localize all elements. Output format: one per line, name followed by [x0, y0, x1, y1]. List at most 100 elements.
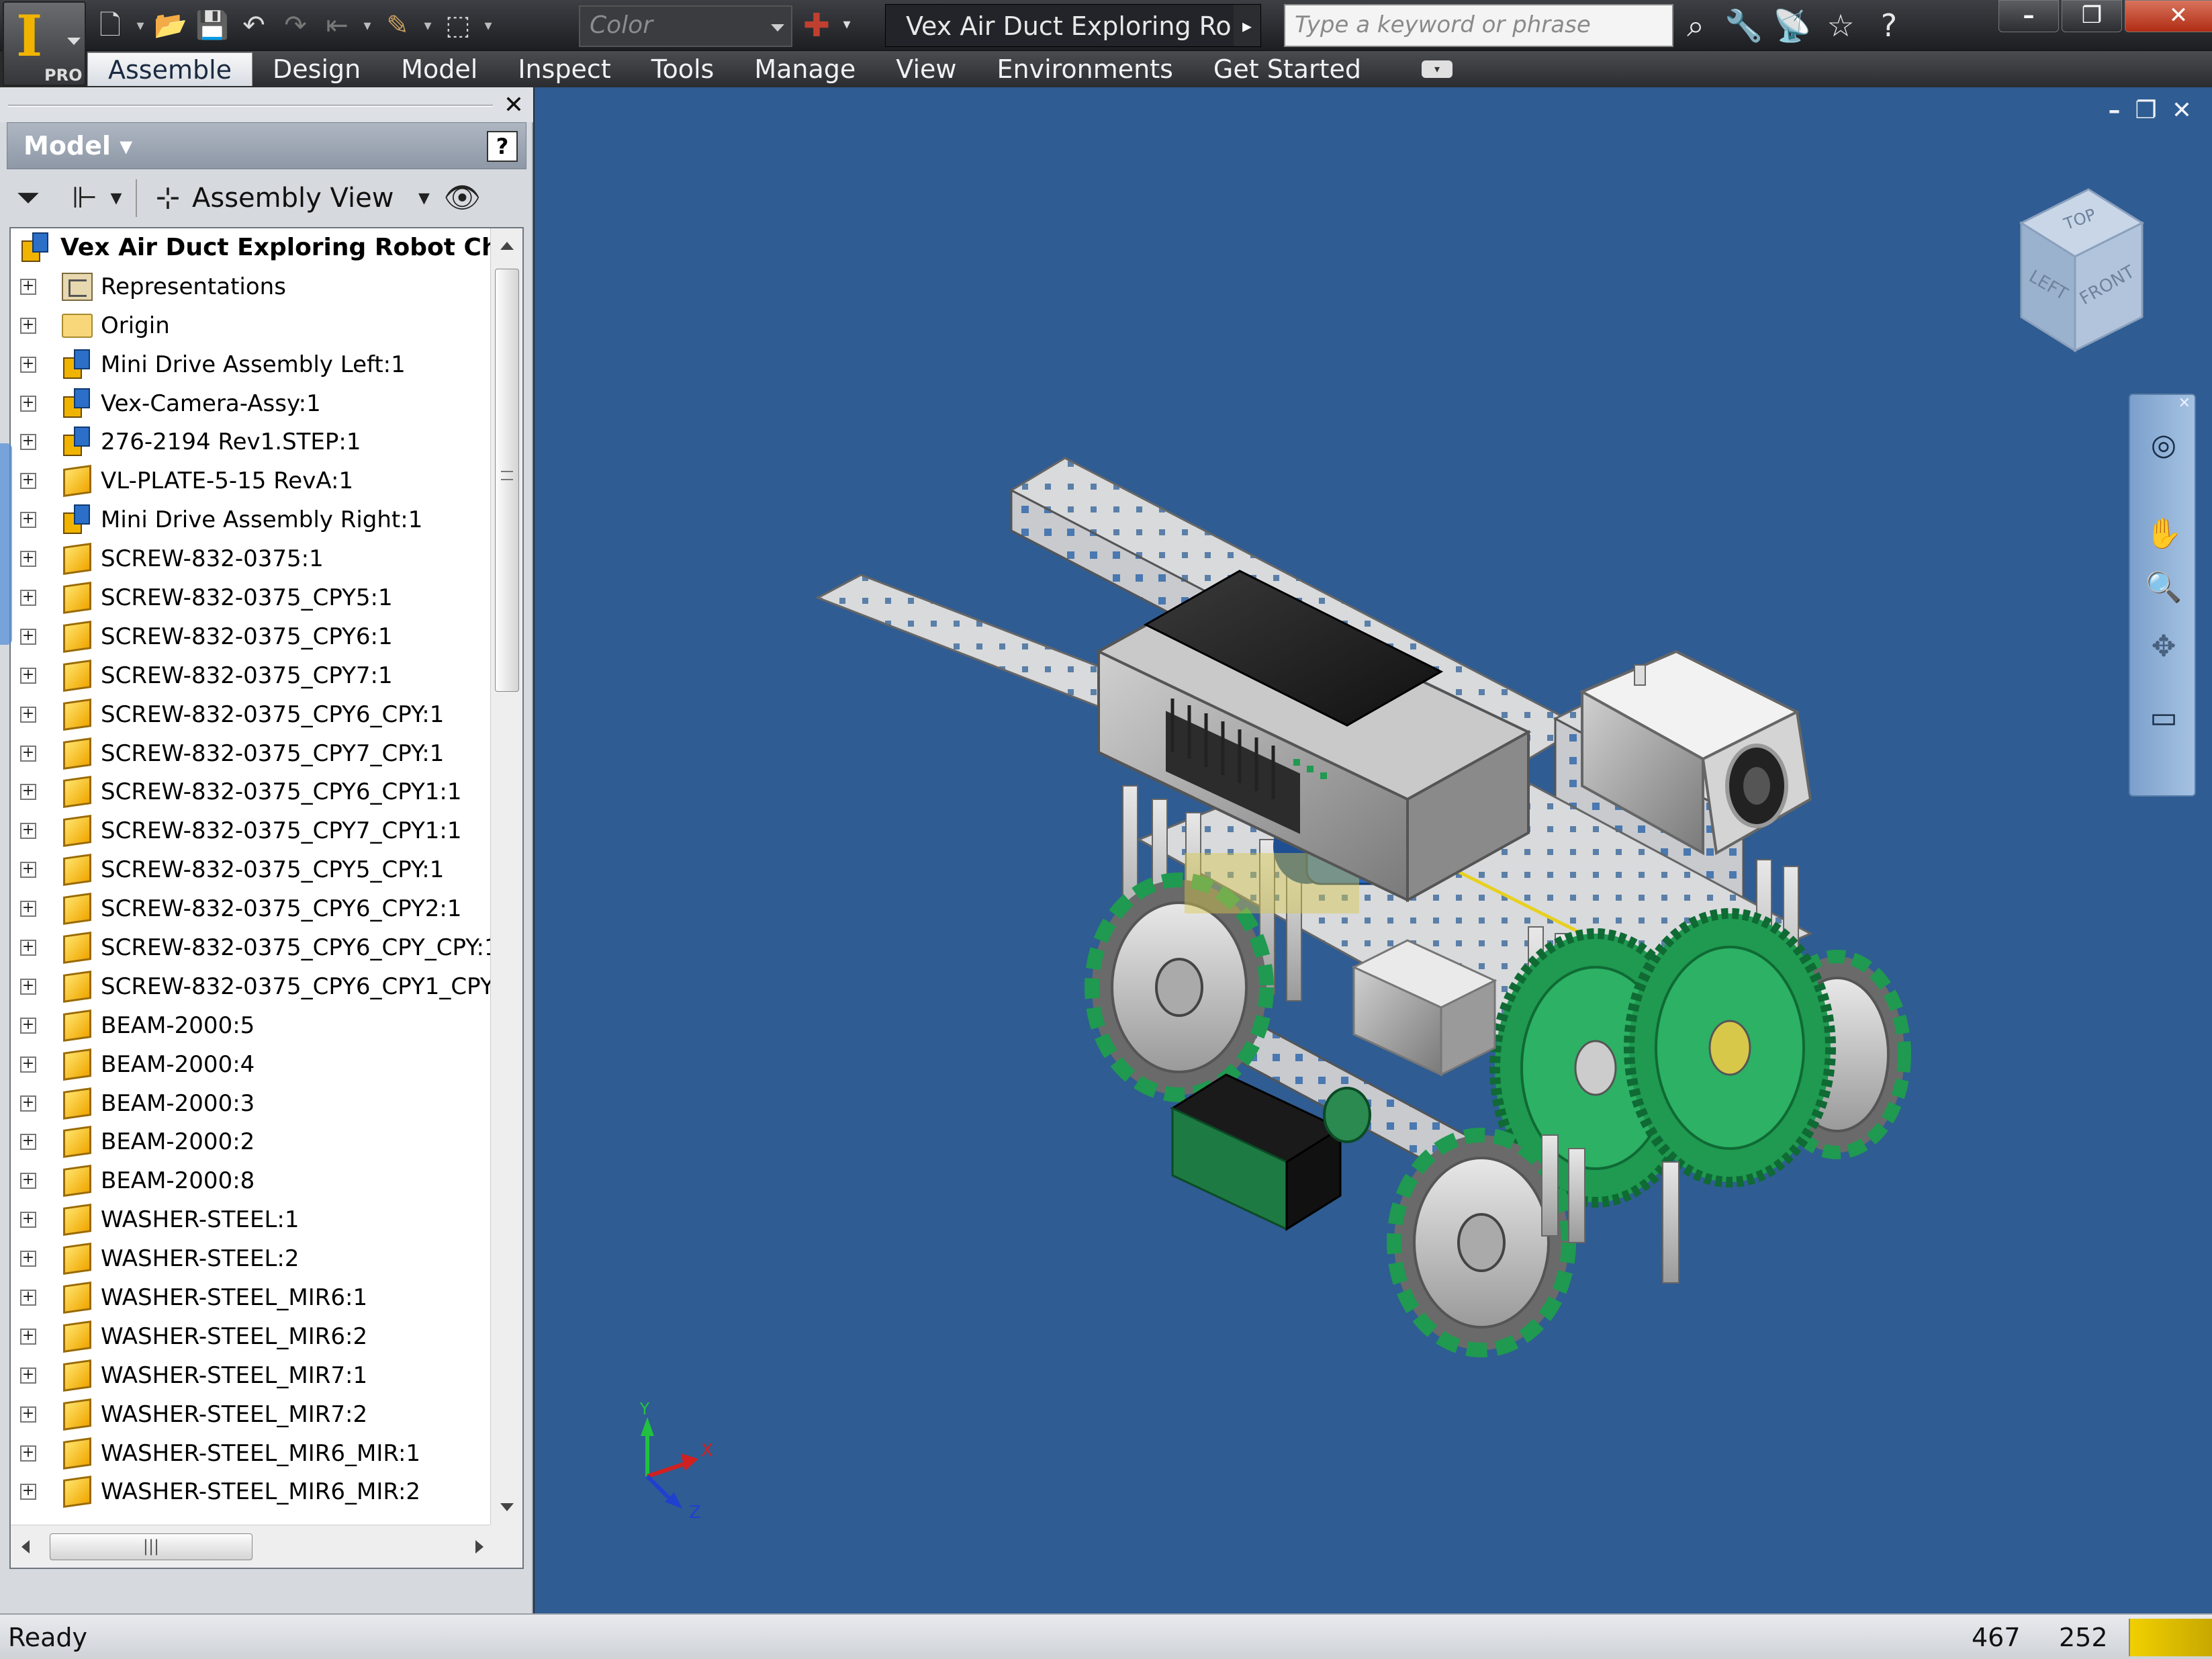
tree-item[interactable]: + SCREW-832-0375_CPY5:1 [11, 578, 488, 617]
tree-item[interactable]: + WASHER-STEEL_MIR7:2 [11, 1395, 488, 1434]
tree-item[interactable]: + WASHER-STEEL_MIR6_MIR:1 [11, 1434, 488, 1473]
tab-get-started[interactable]: Get Started [1193, 52, 1381, 86]
scroll-right-icon[interactable] [475, 1540, 483, 1554]
return-icon[interactable]: ⇤ [318, 7, 356, 44]
scroll-down-icon[interactable] [500, 1503, 514, 1511]
save-icon[interactable]: 💾 [193, 7, 231, 44]
satellite-icon[interactable]: 📡 [1773, 5, 1812, 46]
tab-environments[interactable]: Environments [976, 52, 1193, 86]
return-dropdown[interactable]: ▾ [360, 7, 375, 44]
expand-icon[interactable]: + [20, 395, 36, 412]
steering-wheel-icon[interactable]: ◎ [2138, 422, 2189, 469]
expand-icon[interactable]: + [20, 1367, 36, 1384]
expand-icon[interactable]: + [20, 551, 36, 568]
large-gear-rear[interactable] [1624, 908, 1836, 1187]
servo-motor-green[interactable] [1170, 1073, 1371, 1231]
minimize-button[interactable]: – [1998, 0, 2059, 32]
project-dropdown[interactable]: ▾ [420, 7, 435, 44]
star-icon[interactable]: ☆ [1821, 5, 1860, 46]
tab-design[interactable]: Design [252, 52, 381, 86]
expand-icon[interactable]: + [20, 667, 36, 684]
expand-icon[interactable]: + [20, 1328, 36, 1345]
expand-icon[interactable]: + [20, 473, 36, 490]
tree-item[interactable]: + SCREW-832-0375_CPY6_CPY1_CPY: [11, 967, 499, 1006]
restore-button[interactable]: ❐ [2062, 0, 2122, 32]
close-icon[interactable]: ✕ [504, 91, 524, 119]
robot-chassis-model[interactable] [535, 87, 2212, 1613]
horizontal-scrollbar[interactable]: ||| [11, 1525, 494, 1568]
tree-item[interactable]: + BEAM-2000:3 [11, 1084, 488, 1123]
expand-icon[interactable]: + [20, 1484, 36, 1500]
select-dropdown[interactable]: ▾ [481, 7, 496, 44]
ribbon-minimize-toggle[interactable]: ▾ [1422, 60, 1453, 78]
redo-icon[interactable]: ↷ [277, 7, 314, 44]
expand-icon[interactable]: + [20, 978, 36, 995]
expand-icon[interactable]: + [20, 1095, 36, 1112]
tree-item[interactable]: + VL-PLATE-5-15 RevA:1 [11, 461, 488, 500]
expand-icon[interactable]: + [20, 745, 36, 762]
expand-icon[interactable]: + [20, 356, 36, 373]
scroll-up-icon[interactable] [500, 242, 514, 250]
tab-view[interactable]: View [876, 52, 976, 86]
tab-inspect[interactable]: Inspect [498, 52, 631, 86]
customize-qat-dropdown[interactable]: ▾ [839, 5, 854, 43]
assembly-view-label[interactable]: Assembly View [192, 183, 394, 214]
expand-icon[interactable]: + [20, 901, 36, 917]
scroll-left-icon[interactable] [21, 1540, 30, 1554]
project-icon[interactable]: ✎ [379, 7, 416, 44]
select-icon[interactable]: ⬚ [439, 7, 477, 44]
expand-icon[interactable]: + [20, 512, 36, 529]
tree-item[interactable]: + Mini Drive Assembly Left:1 [11, 345, 488, 384]
vertical-scrollbar[interactable] [490, 228, 522, 1525]
hierarchy-icon[interactable]: ⊩ [63, 177, 106, 220]
side-panel-tab[interactable] [0, 443, 12, 645]
expand-icon[interactable]: + [20, 1406, 36, 1423]
assembly-view-icon[interactable]: ⊹ [146, 177, 189, 220]
expand-icon[interactable]: + [20, 1251, 36, 1267]
expand-icon[interactable]: + [20, 862, 36, 879]
close-icon[interactable]: ✕ [2178, 395, 2191, 412]
tab-model[interactable]: Model [381, 52, 498, 86]
view-cube[interactable]: TOP LEFT FRONT [1981, 183, 2169, 364]
filter-icon[interactable]: ⏷ [7, 177, 50, 220]
horizontal-scroll-thumb[interactable]: ||| [50, 1533, 252, 1560]
tab-manage[interactable]: Manage [734, 52, 876, 86]
tree-item[interactable]: + SCREW-832-0375_CPY7:1 [11, 656, 488, 695]
pan-icon[interactable]: ✋ [2138, 510, 2189, 557]
tab-tools[interactable]: Tools [631, 52, 735, 86]
expand-icon[interactable]: + [20, 1289, 36, 1306]
zoom-icon[interactable]: 🔍 [2138, 564, 2189, 611]
tree-item[interactable]: + SCREW-832-0375_CPY6_CPY:1 [11, 695, 488, 734]
open-icon[interactable]: 📂 [152, 7, 189, 44]
tree-item[interactable]: + BEAM-2000:8 [11, 1161, 488, 1200]
binoculars-icon[interactable]: ⌕ [1676, 5, 1715, 46]
tree-item[interactable]: + BEAM-2000:5 [11, 1006, 488, 1045]
expand-arrow-icon[interactable]: ▸ [1234, 5, 1260, 46]
tree-item[interactable]: + WASHER-STEEL:2 [11, 1239, 488, 1278]
tree-item[interactable]: + WASHER-STEEL_MIR6:2 [11, 1317, 488, 1356]
expand-icon[interactable]: + [20, 628, 36, 645]
binoculars-icon[interactable]: 👁 [441, 177, 483, 220]
expand-icon[interactable]: + [20, 784, 36, 801]
tree-item[interactable]: + BEAM-2000:2 [11, 1122, 488, 1161]
adjust-icon[interactable]: ✚ [798, 5, 835, 46]
close-button[interactable]: ✕ [2125, 0, 2212, 32]
tree-item[interactable]: + WASHER-STEEL:1 [11, 1200, 488, 1239]
tree-item[interactable]: + SCREW-832-0375_CPY5_CPY:1 [11, 850, 488, 889]
expand-icon[interactable]: + [20, 589, 36, 606]
help-icon[interactable]: ? [487, 131, 518, 162]
tree-item[interactable]: + SCREW-832-0375:1 [11, 539, 488, 578]
expand-icon[interactable]: + [20, 317, 36, 334]
expand-icon[interactable]: + [20, 823, 36, 840]
color-override-dropdown[interactable]: Color [579, 5, 792, 47]
tree-item[interactable]: + Origin [11, 306, 488, 345]
orbit-icon[interactable]: ✥ [2138, 623, 2189, 670]
tree-item[interactable]: + SCREW-832-0375_CPY7_CPY1:1 [11, 811, 488, 850]
tree-item[interactable]: + SCREW-832-0375_CPY6_CPY_CPY:1 [11, 928, 499, 967]
help-icon[interactable]: ? [1870, 5, 1908, 46]
application-menu-button[interactable]: I PRO [3, 1, 86, 86]
vertical-scroll-thumb[interactable] [495, 269, 519, 692]
tree-item[interactable]: + SCREW-832-0375_CPY6_CPY1:1 [11, 772, 488, 811]
undo-icon[interactable]: ↶ [235, 7, 273, 44]
tree-item[interactable]: + SCREW-832-0375_CPY6_CPY2:1 [11, 889, 488, 928]
